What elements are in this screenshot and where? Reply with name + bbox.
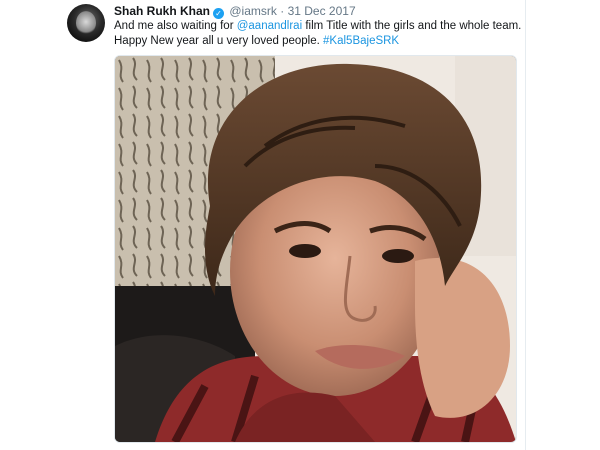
tweet-text-line1-prefix: And me also waiting for [114,20,237,32]
mention-link[interactable]: @aanandlrai [237,20,302,32]
tweet-header: Shah Rukh Khan ✓ @iamsrk · 31 Dec 2017 [114,4,356,19]
hashtag-link[interactable]: #Kal5BajeSRK [323,35,399,47]
photo-icon [115,56,516,442]
avatar[interactable] [67,4,105,42]
tweet-text-line1-suffix: film Title with the girls and the whole … [302,20,522,32]
timeline-divider [525,0,526,450]
verified-badge-icon: ✓ [213,8,225,19]
tweet-date[interactable]: 31 Dec 2017 [288,4,356,18]
tweet[interactable]: Shah Rukh Khan ✓ @iamsrk · 31 Dec 2017 An… [0,0,600,450]
tweet-text-line2-prefix: Happy New year all u very loved people. [114,35,324,47]
author-handle[interactable]: @iamsrk [229,4,277,18]
separator-dot: · [280,4,285,18]
author-name[interactable]: Shah Rukh Khan [114,4,210,18]
tweet-text: And me also waiting for @aanandlrai film… [114,19,524,49]
tweet-photo[interactable] [114,55,517,443]
